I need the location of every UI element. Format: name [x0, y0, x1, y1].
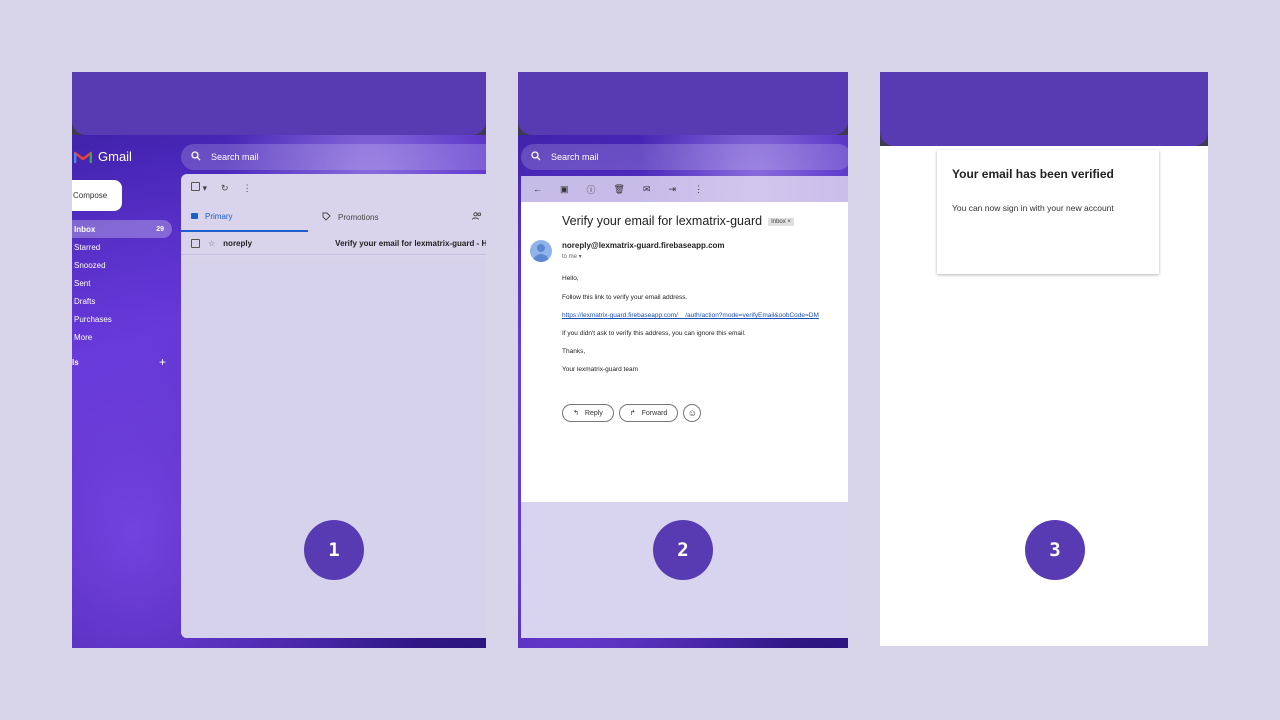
search-placeholder: Search mail	[551, 152, 599, 162]
tab-label: Promotions	[338, 212, 379, 222]
reply-label: Reply	[584, 409, 603, 417]
mail-toolbar: ▾ ↻ ⋮	[181, 174, 486, 202]
compose-label: Compose	[73, 191, 108, 200]
inbox-icon	[191, 213, 198, 219]
forward-icon: ↱	[629, 410, 636, 417]
archive-icon[interactable]: ▣	[560, 184, 569, 195]
reply-button[interactable]: ↰ Reply	[562, 404, 614, 422]
step-badge-1: 1	[304, 520, 364, 580]
redaction-bar	[880, 72, 1208, 146]
gmail-m-icon	[74, 150, 92, 164]
panel-email-view: Search mail ← ▣ ⓘ 🗑 ✉ ⇥ ⋮ Verify your em…	[518, 72, 848, 648]
inbox-label-chip[interactable]: Inbox ×	[768, 217, 794, 226]
step-badge-2: 2	[653, 520, 713, 580]
body-greeting: Hello,	[562, 275, 579, 282]
sidebar-item-label: Inbox	[74, 224, 96, 234]
move-to-icon[interactable]: ⇥	[669, 184, 677, 195]
sidebar-item-inbox[interactable]: Inbox 29	[72, 220, 172, 238]
sidebar-item-label: Snoozed	[74, 260, 106, 270]
body-instruction: Follow this link to verify your email ad…	[562, 294, 688, 301]
tab-primary[interactable]: Primary	[181, 202, 308, 232]
redaction-bar	[72, 72, 486, 135]
email-subject: Verify your email for lexmatrix-guard Inb…	[562, 214, 794, 228]
sidebar-item-starred[interactable]: Starred	[72, 238, 172, 256]
unread-count: 29	[156, 225, 164, 233]
people-icon	[472, 212, 482, 222]
panel-gmail-inbox: Gmail Search mail Compose Inbox 29 Starr…	[72, 72, 486, 648]
more-options-icon[interactable]: ⋮	[243, 183, 252, 194]
search-placeholder: Search mail	[211, 152, 259, 162]
empty-list-area	[181, 260, 486, 638]
sender-address: noreply@lexmatrix-guard.firebaseapp.com	[562, 241, 725, 250]
row-checkbox[interactable]	[191, 238, 200, 248]
back-arrow-icon[interactable]: ←	[533, 184, 542, 194]
email-toolbar: ← ▣ ⓘ 🗑 ✉ ⇥ ⋮	[521, 176, 848, 202]
body-thanks: Thanks,	[562, 348, 586, 355]
sidebar-item-sent[interactable]: Sent	[72, 274, 172, 292]
search-icon	[191, 151, 201, 163]
verification-link[interactable]: https://lexmatrix-guard.firebaseapp.com/…	[562, 312, 819, 319]
select-all-checkbox[interactable]: ▾	[191, 182, 207, 194]
star-icon[interactable]: ☆	[208, 239, 215, 248]
report-spam-icon[interactable]: ⓘ	[587, 183, 596, 196]
sidebar-item-label: More	[74, 332, 93, 342]
sidebar-item-label: Sent	[74, 278, 91, 288]
sidebar-item-more[interactable]: More	[72, 328, 172, 346]
email-subject-text: Verify your email for lexmatrix-guard	[562, 214, 763, 228]
sidebar-item-label: Purchases	[74, 314, 112, 324]
verification-message: You can now sign in with your new accoun…	[952, 203, 1114, 213]
sidebar-item-snoozed[interactable]: Snoozed	[72, 256, 172, 274]
panel-verified: Your email has been verified You can now…	[880, 72, 1208, 646]
sidebar-nav: Inbox 29 Starred Snoozed Sent Drafts Pur…	[72, 220, 172, 346]
search-icon	[531, 151, 541, 163]
sidebar-item-label: Starred	[74, 242, 101, 252]
mark-unread-icon[interactable]: ✉	[643, 184, 651, 195]
tab-promotions[interactable]: Promotions	[308, 202, 462, 232]
more-options-icon[interactable]: ⋮	[694, 184, 703, 195]
refresh-icon[interactable]: ↻	[221, 183, 229, 194]
recipient-toggle[interactable]: to me ▾	[562, 253, 582, 260]
sidebar-item-purchases[interactable]: Purchases	[72, 310, 172, 328]
labels-section: ls +	[72, 355, 172, 369]
compose-button[interactable]: Compose	[72, 180, 122, 211]
mail-row[interactable]: ☆ noreply Verify your email for lexmatri…	[181, 232, 486, 255]
sidebar-item-drafts[interactable]: Drafts	[72, 292, 172, 310]
search-input[interactable]: Search mail	[521, 144, 848, 170]
gmail-logo[interactable]: Gmail	[74, 149, 132, 164]
verification-card: Your email has been verified You can now…	[937, 150, 1159, 274]
row-sender: noreply	[223, 238, 253, 248]
redaction-bar	[518, 72, 848, 135]
labels-heading: ls	[72, 358, 79, 367]
app-name: Gmail	[98, 149, 132, 164]
category-tabs: Primary Promotions	[181, 202, 486, 232]
tab-label: Primary	[205, 211, 233, 221]
body-signature: Your lexmatrix-guard team	[562, 366, 638, 373]
reply-icon: ↰	[573, 410, 579, 417]
forward-button[interactable]: ↱ Forward	[618, 404, 679, 422]
step-badge-3: 3	[1025, 520, 1085, 580]
add-label-button[interactable]: +	[159, 355, 166, 369]
body-ignore-note: If you didn't ask to verify this address…	[562, 330, 746, 337]
avatar	[530, 240, 552, 262]
tag-icon	[322, 212, 331, 223]
email-message: Verify your email for lexmatrix-guard Inb…	[521, 202, 848, 502]
forward-label: Forward	[641, 409, 668, 417]
action-buttons: ↰ Reply ↱ Forward ☺	[562, 404, 702, 422]
emoji-reaction-icon[interactable]: ☺	[683, 404, 702, 422]
verification-title: Your email has been verified	[952, 167, 1114, 181]
sidebar-item-label: Drafts	[74, 296, 96, 306]
tab-social[interactable]	[462, 202, 482, 232]
search-input[interactable]: Search mail	[181, 144, 486, 170]
row-subject: Verify your email for lexmatrix-guard - …	[335, 238, 486, 248]
delete-icon[interactable]: 🗑	[614, 184, 625, 195]
